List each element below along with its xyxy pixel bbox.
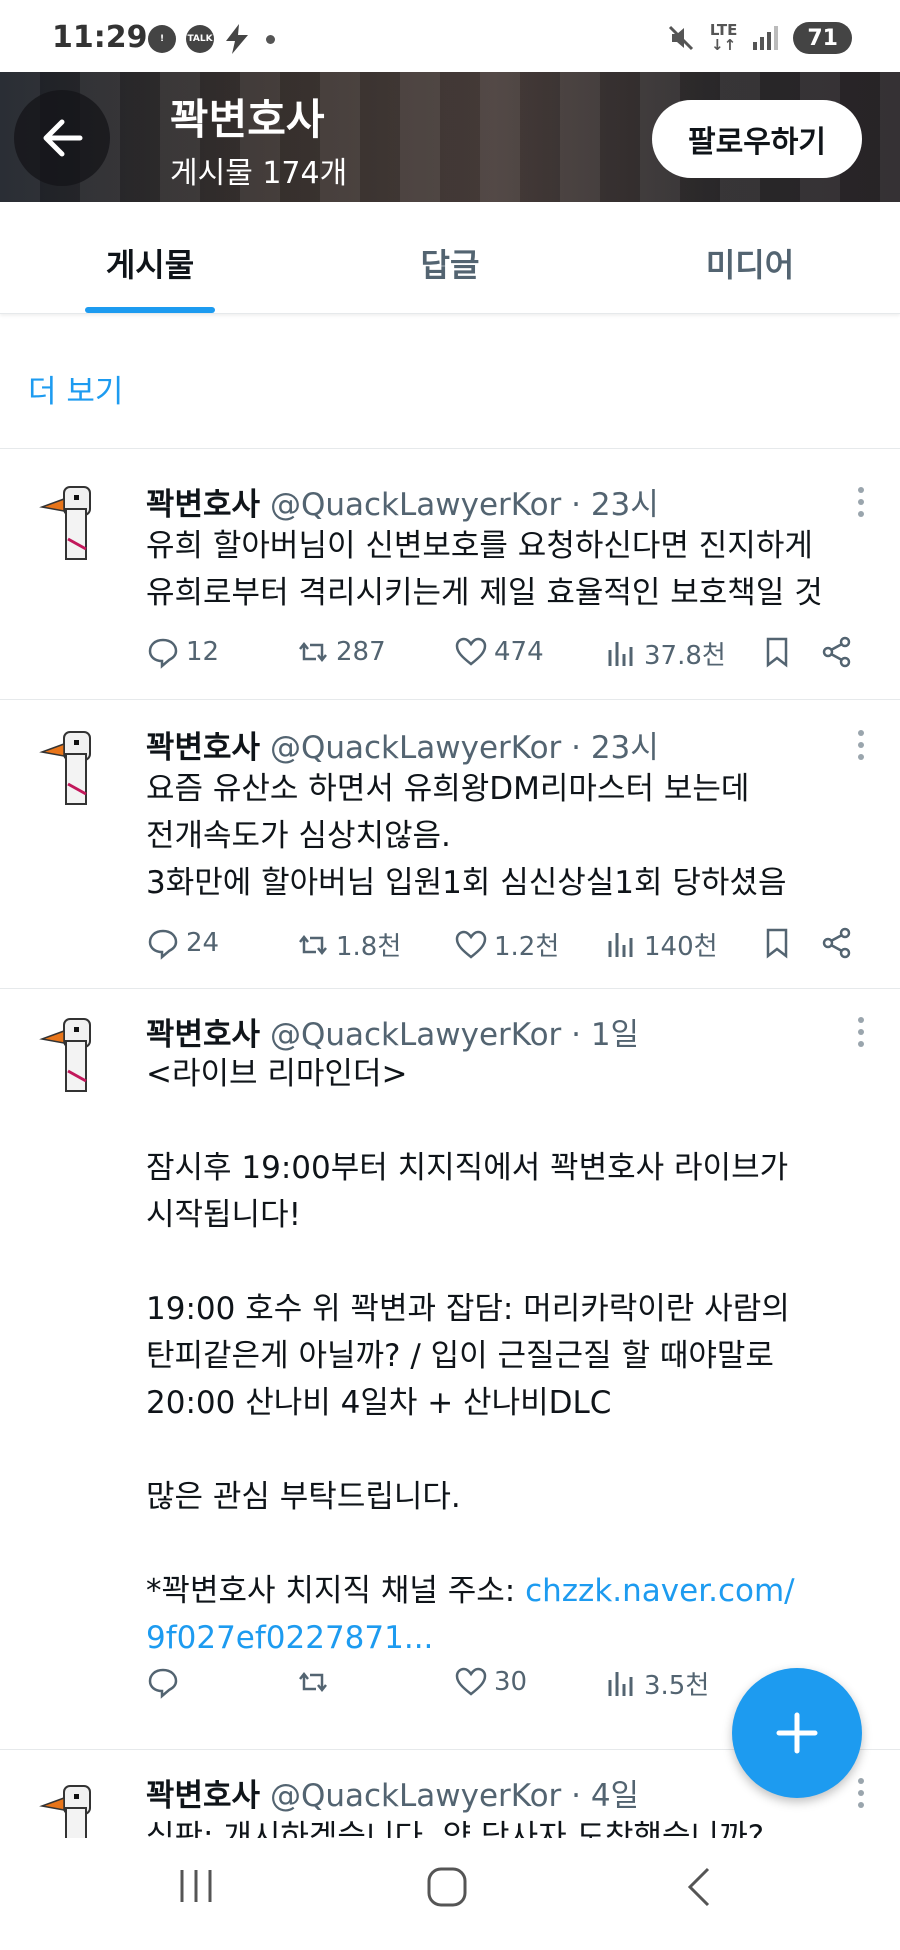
goose-avatar[interactable] <box>28 1011 120 1103</box>
author-handle-time: @QuackLawyerKor · 1일 <box>269 1017 640 1053</box>
tweet-text: <라이브 리마인더> 잠시후 19:00부터 치지직에서 꽉변호사 라이브가 시… <box>146 1056 795 1656</box>
system-nav-bar <box>0 1838 900 1950</box>
retweet-button[interactable] <box>296 1665 336 1699</box>
follow-button[interactable]: 팔로우하기 <box>652 100 862 178</box>
bookmark-button[interactable] <box>760 926 794 960</box>
like-button[interactable]: 1.2천 <box>454 926 559 963</box>
profile-title: 꽉변호사 <box>170 95 325 144</box>
alert-icon: ! <box>148 25 176 53</box>
bookmark-icon <box>766 928 788 959</box>
tweet-text: 요즘 유산소 하면서 유희왕DM리마스터 보는데 전개속도가 심상치않음. 3화… <box>146 771 787 901</box>
comment-icon <box>148 929 178 960</box>
tweet-header: 꽉변호사 @QuackLawyerKor · 4일 <box>146 1770 639 1815</box>
views-button[interactable]: 37.8천 <box>604 635 726 672</box>
bookmark-icon <box>766 637 788 668</box>
like-button[interactable]: 30 <box>454 1665 527 1699</box>
author-handle-time: @QuackLawyerKor · 4일 <box>269 1778 640 1814</box>
battery-indicator: 71 <box>793 22 852 54</box>
more-options-icon[interactable] <box>856 730 866 766</box>
retweet-icon <box>299 641 327 663</box>
tweet[interactable]: 꽉변호사 @QuackLawyerKor · 1일 <라이브 리마인더> 잠시후… <box>0 989 900 1749</box>
show-more-link[interactable]: 더 보기 <box>28 366 123 411</box>
signal-icon <box>753 26 779 50</box>
tweet-header: 꽉변호사 @QuackLawyerKor · 1일 <box>146 1009 639 1054</box>
author-name[interactable]: 꽉변호사 <box>146 1778 260 1814</box>
author-handle-time: @QuackLawyerKor · 23시 <box>269 730 659 766</box>
goose-avatar[interactable] <box>28 479 120 571</box>
plus-icon <box>776 1712 818 1754</box>
author-name[interactable]: 꽉변호사 <box>146 730 260 766</box>
status-time: 11:29 <box>52 20 148 55</box>
retweet-icon <box>299 934 327 955</box>
author-name[interactable]: 꽉변호사 <box>146 1017 260 1053</box>
mute-icon <box>668 25 693 51</box>
share-icon <box>822 636 851 668</box>
reply-button[interactable]: 24 <box>146 926 219 960</box>
lte-indicator: LTE ↓↑ <box>709 21 738 54</box>
tweet[interactable]: 꽉변호사 @QuackLawyerKor · 23시 요즘 유산소 하면서 유희… <box>0 700 900 988</box>
reply-button[interactable] <box>146 1665 186 1699</box>
tweet-actions: 12 287 474 37.8천 <box>146 635 866 675</box>
profile-tabs: 게시물 답글 미디어 <box>0 202 900 314</box>
reply-button[interactable]: 12 <box>146 635 219 669</box>
tweet[interactable]: 꽉변호사 @QuackLawyerKor · 23시 유희 할아버님이 신변보호… <box>0 449 900 699</box>
bookmark-button[interactable] <box>760 635 794 669</box>
tweet-header: 꽉변호사 @QuackLawyerKor · 23시 <box>146 722 659 767</box>
arrow-left-icon <box>43 119 83 157</box>
tweet-text: 유희 할아버님이 신변보호를 요청하신다면 진지하게 유희로부터 격리시키는게 … <box>146 528 823 611</box>
share-icon <box>822 927 851 959</box>
post-count: 게시물 174개 <box>170 156 348 191</box>
dot-icon <box>266 34 275 44</box>
retweet-button[interactable]: 287 <box>296 635 386 669</box>
heart-icon <box>455 930 487 959</box>
home-icon[interactable] <box>426 1866 468 1908</box>
more-options-icon[interactable] <box>856 487 866 523</box>
tab-posts[interactable]: 게시물 <box>0 202 300 313</box>
goose-avatar[interactable] <box>28 1778 120 1838</box>
talk-icon: TALK <box>186 25 214 53</box>
share-button[interactable] <box>820 635 854 669</box>
recent-apps-icon[interactable] <box>176 1866 216 1906</box>
like-button[interactable]: 474 <box>454 635 544 669</box>
compose-button[interactable] <box>732 1668 862 1798</box>
comment-icon <box>148 638 178 669</box>
bar-chart-icon <box>608 932 633 957</box>
goose-avatar[interactable] <box>28 724 120 816</box>
tab-media[interactable]: 미디어 <box>600 202 900 313</box>
tweet-text: 심판: 개시하겠습니다. 양 당사자 도착했습니까? <box>146 1819 765 1838</box>
bar-chart-icon <box>608 1671 633 1696</box>
heart-icon <box>455 1667 487 1696</box>
more-options-icon[interactable] <box>856 1017 866 1053</box>
tweet-header: 꽉변호사 @QuackLawyerKor · 23시 <box>146 479 659 524</box>
bar-chart-icon <box>608 641 633 666</box>
views-button[interactable]: 140천 <box>604 926 718 963</box>
bolt-icon <box>226 24 248 54</box>
share-button[interactable] <box>820 926 854 960</box>
back-button[interactable] <box>14 90 110 186</box>
comment-icon <box>148 1668 178 1699</box>
retweet-button[interactable]: 1.8천 <box>296 926 401 963</box>
tweet-actions: 24 1.8천 1.2천 140천 <box>146 926 866 966</box>
author-handle-time: @QuackLawyerKor · 23시 <box>269 487 659 523</box>
more-options-icon[interactable] <box>856 1778 866 1814</box>
tab-replies[interactable]: 답글 <box>300 202 600 313</box>
status-bar: 11:29 ! TALK LTE ↓↑ 71 <box>0 0 900 72</box>
author-name[interactable]: 꽉변호사 <box>146 487 260 523</box>
heart-icon <box>455 637 487 666</box>
retweet-icon <box>299 1671 327 1693</box>
notification-icons: ! TALK <box>148 24 275 54</box>
profile-header: 꽉변호사 게시물 174개 팔로우하기 <box>0 72 900 202</box>
back-icon[interactable] <box>684 1866 714 1908</box>
views-button[interactable]: 3.5천 <box>604 1665 709 1702</box>
